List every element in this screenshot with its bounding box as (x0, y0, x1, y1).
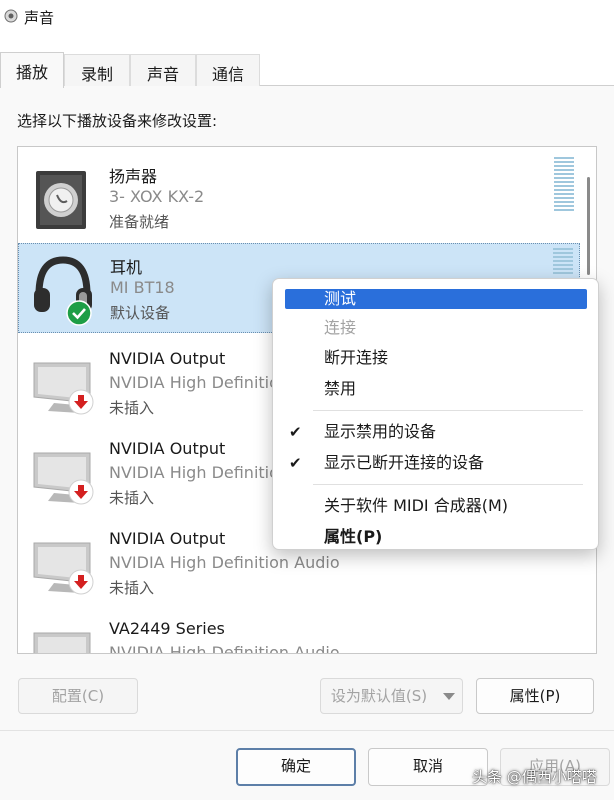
device-name: NVIDIA Output (109, 349, 226, 368)
menu-separator (313, 484, 583, 485)
tab-playback[interactable]: 播放 (0, 52, 64, 88)
list-scrollbar[interactable] (587, 177, 590, 275)
menu-item-properties[interactable]: 属性(P) (273, 522, 600, 552)
device-status: 准备就绪 (109, 213, 170, 231)
volume-level-meter (553, 248, 573, 276)
checkmark-icon: ✔ (289, 423, 302, 441)
title-bar: 声音 (0, 0, 614, 34)
monitor-icon (33, 632, 91, 653)
ok-button[interactable]: 确定 (236, 748, 356, 786)
set-default-button[interactable]: 设为默认值(S) (320, 678, 438, 714)
device-status: 未插入 (109, 489, 155, 507)
menu-item-disable[interactable]: 禁用 (273, 374, 600, 404)
menu-item-show-disabled[interactable]: ✔ 显示禁用的设备 (273, 417, 600, 447)
tab-sounds[interactable]: 声音 (130, 54, 196, 86)
unplugged-arrow-icon (68, 479, 94, 505)
checkmark-icon: ✔ (289, 454, 302, 472)
speaker-icon (4, 9, 18, 23)
unplugged-arrow-icon (68, 389, 94, 415)
device-model: NVIDIA High Definition Audio (109, 643, 340, 654)
tab-strip: 播放 录制 声音 通信 (0, 52, 614, 88)
properties-button[interactable]: 属性(P) (476, 678, 594, 714)
instruction-text: 选择以下播放设备来修改设置: (17, 112, 218, 130)
device-name: 耳机 (110, 258, 143, 277)
tab-communications[interactable]: 通信 (196, 54, 260, 86)
menu-item-midi-about[interactable]: 关于软件 MIDI 合成器(M) (273, 491, 600, 521)
cancel-button[interactable]: 取消 (368, 748, 488, 786)
device-model: 3- XOX KX-2 (109, 187, 205, 206)
menu-item-test[interactable]: 测试 (285, 289, 587, 309)
speaker-device-icon (36, 171, 86, 229)
headphones-icon (34, 256, 92, 312)
window-title: 声音 (24, 9, 55, 27)
device-va2449[interactable]: VA2449 Series NVIDIA High Definition Aud… (18, 607, 580, 654)
device-name: 扬声器 (109, 167, 158, 186)
device-model: MI BT18 (110, 278, 175, 297)
menu-item-disconnect[interactable]: 断开连接 (273, 343, 600, 373)
unplugged-arrow-icon (68, 569, 94, 595)
chevron-down-icon (443, 693, 455, 700)
device-name: NVIDIA Output (109, 439, 226, 458)
device-status: 默认设备 (110, 304, 171, 322)
device-status: 未插入 (109, 579, 155, 597)
default-check-icon (66, 300, 92, 326)
context-menu: 测试 连接 断开连接 禁用 ✔ 显示禁用的设备 ✔ 显示已断开连接的设备 关于软… (272, 278, 599, 550)
device-speakers[interactable]: 扬声器 3- XOX KX-2 准备就绪 (18, 151, 580, 241)
configure-button[interactable]: 配置(C) (18, 678, 138, 714)
device-name: NVIDIA Output (109, 529, 226, 548)
tab-recording[interactable]: 录制 (64, 54, 130, 86)
watermark: 头条 @偶西小嗒嗒 (472, 768, 597, 786)
menu-separator (313, 410, 583, 411)
device-model: NVIDIA High Definition Audio (109, 553, 340, 572)
menu-item-connect[interactable]: 连接 (273, 313, 600, 343)
device-name: VA2449 Series (109, 619, 225, 638)
device-status: 未插入 (109, 399, 155, 417)
menu-item-show-disconnected[interactable]: ✔ 显示已断开连接的设备 (273, 448, 600, 478)
volume-level-meter (554, 157, 574, 213)
set-default-dropdown[interactable] (437, 678, 463, 714)
footer-separator (0, 730, 614, 731)
